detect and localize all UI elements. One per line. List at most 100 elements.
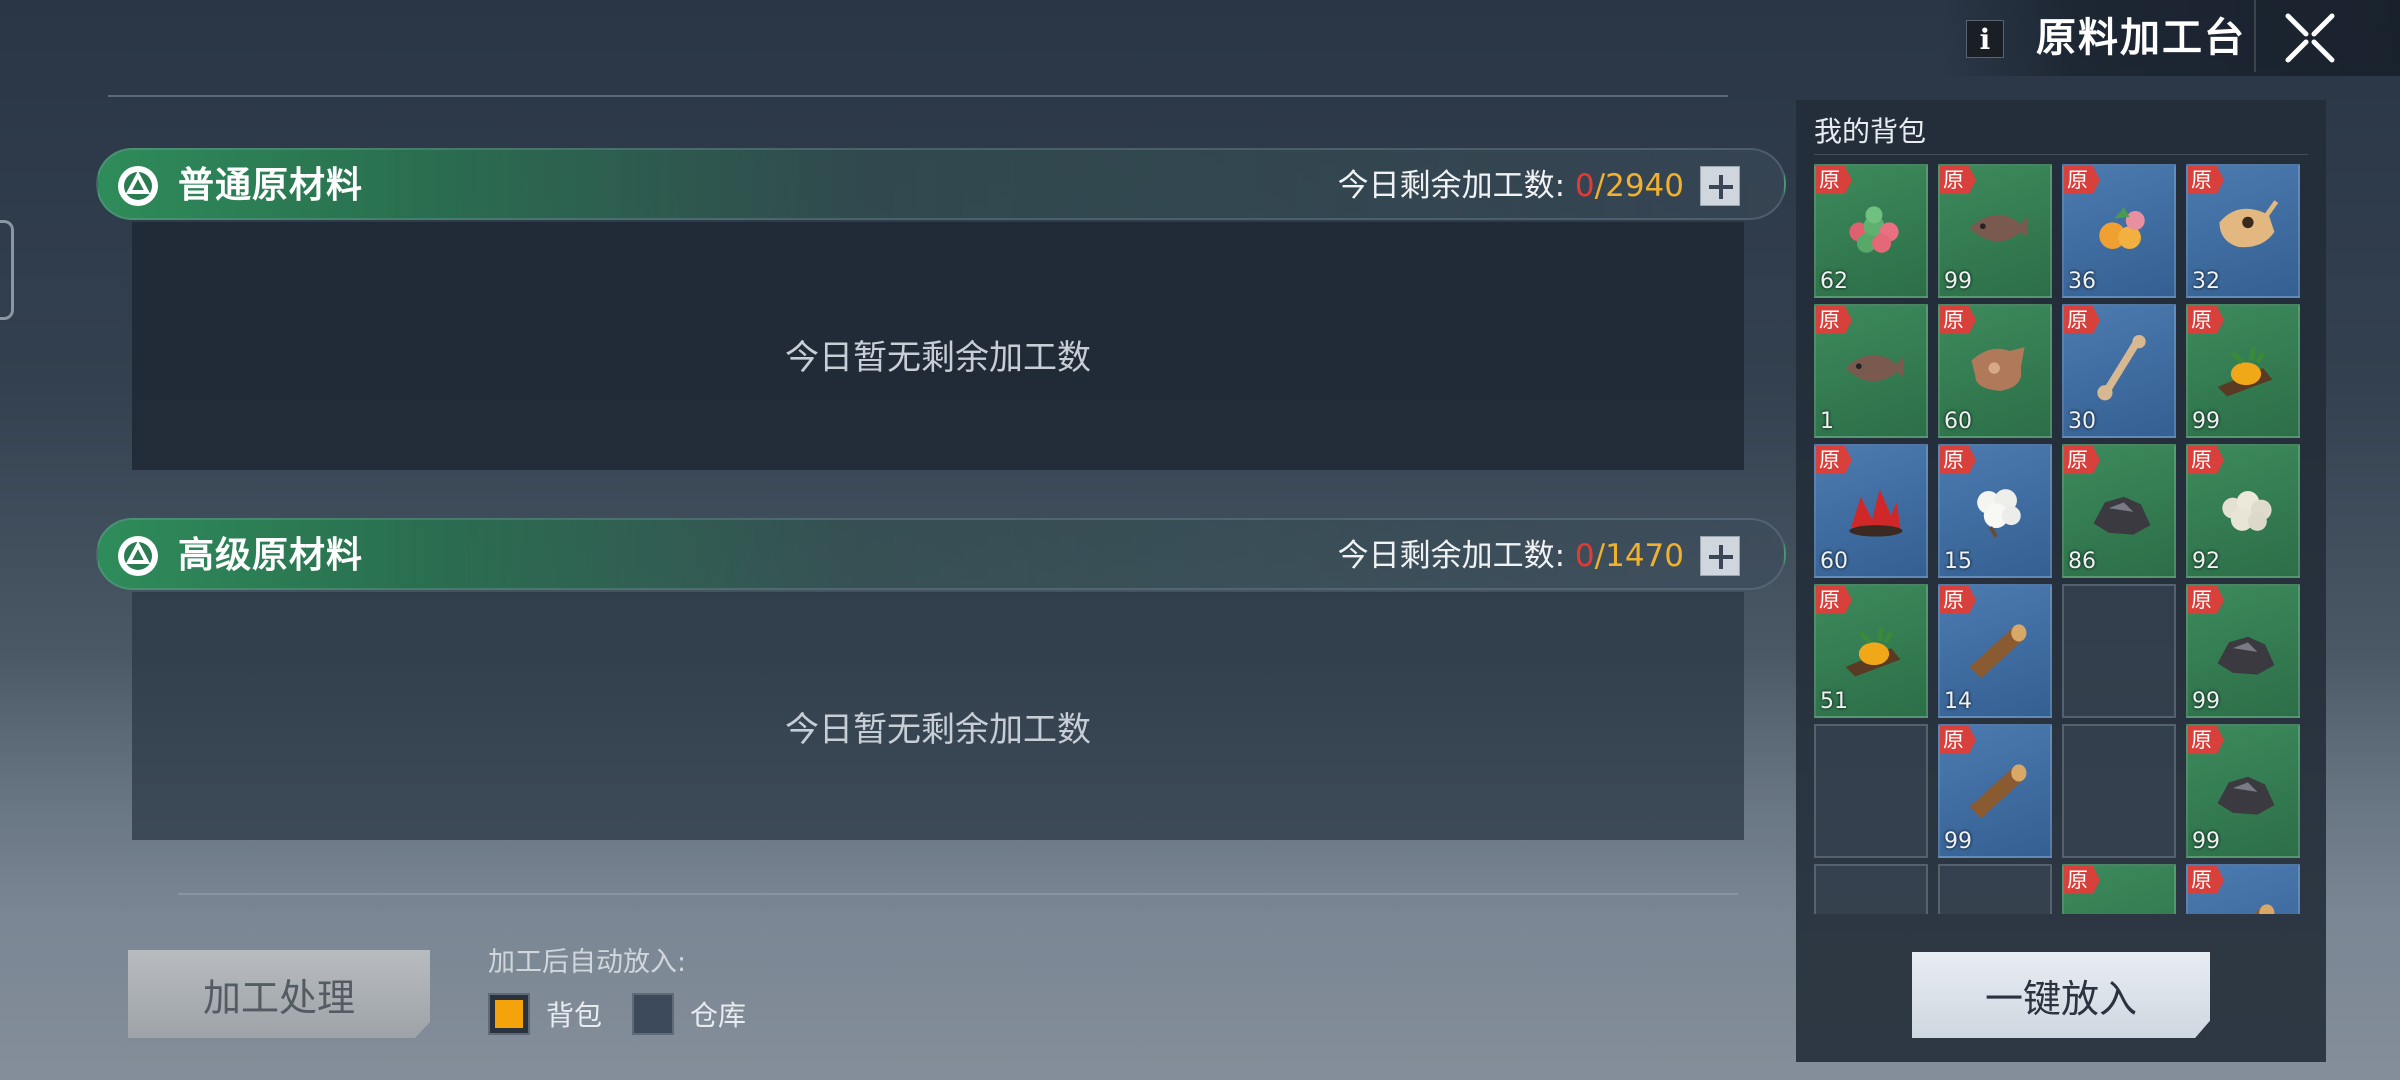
- ore-rock-icon: [2217, 776, 2275, 815]
- backpack-item[interactable]: 原 32: [2186, 164, 2300, 298]
- raw-material-tag: 原: [2064, 306, 2100, 334]
- raw-material-tag: 原: [2188, 586, 2224, 614]
- empty-slot[interactable]: [1814, 724, 1928, 858]
- option-backpack[interactable]: 背包: [488, 990, 602, 1038]
- section-body-advanced: 今日暂无剩余加工数: [132, 592, 1744, 840]
- backpack-item[interactable]: 原1: [1814, 304, 1928, 438]
- process-button[interactable]: 加工处理: [128, 950, 430, 1038]
- raw-material-tag: 原: [2064, 166, 2100, 194]
- empty-message: 今日暂无剩余加工数: [785, 710, 1091, 750]
- backpack-item[interactable]: 原: [2186, 864, 2300, 914]
- material-icon: [118, 536, 158, 576]
- ore-rock-icon: [2217, 636, 2275, 675]
- checkbox-backpack[interactable]: [488, 993, 530, 1035]
- section-body-normal: 今日暂无剩余加工数: [132, 222, 1744, 470]
- backpack-item[interactable]: 原 99: [2186, 584, 2300, 718]
- section-title: 高级原材料: [178, 535, 364, 576]
- quota-current: 0: [1574, 168, 1595, 204]
- one-click-deposit-button[interactable]: 一键放入: [1912, 952, 2210, 1038]
- add-quota-button[interactable]: [1700, 536, 1740, 576]
- ore-rock-icon: [2093, 496, 2151, 535]
- wood-log-icon: [2253, 904, 2275, 914]
- animal-hide-icon: [1971, 347, 2025, 391]
- backpack-item[interactable]: 原 15: [1938, 444, 2052, 578]
- add-quota-button[interactable]: [1700, 166, 1740, 206]
- checkbox-warehouse[interactable]: [632, 993, 674, 1035]
- item-count: 51: [1820, 689, 1848, 714]
- raw-material-tag: 原: [1816, 166, 1852, 194]
- backpack-item[interactable]: 原 99: [2186, 304, 2300, 438]
- backpack-title: 我的背包: [1814, 115, 1927, 148]
- side-drawer-handle[interactable]: [0, 220, 14, 320]
- option-warehouse[interactable]: 仓库: [632, 990, 746, 1038]
- raw-material-tag: 原: [1816, 446, 1852, 474]
- backpack-item[interactable]: 原 86: [2062, 444, 2176, 578]
- ore-rock-icon: [2086, 894, 2158, 914]
- backpack-item[interactable]: 原 60: [1814, 444, 1928, 578]
- page-title: 原料加工台: [2036, 15, 2246, 61]
- backpack-item[interactable]: 原 99: [2186, 724, 2300, 858]
- backpack-grid[interactable]: 原 62 原 99 原 36 原 32 原 1 原 60 原 30 原 99 原 60 原 15 原 86 原 92 原 51 原 1…: [1814, 164, 2314, 914]
- raw-material-tag: 原: [1940, 586, 1976, 614]
- backpack-item[interactable]: 原 14: [1938, 584, 2052, 718]
- item-count: 60: [1820, 549, 1848, 574]
- item-count: 86: [2068, 549, 2096, 574]
- raw-material-tag: 原: [2064, 866, 2100, 894]
- backpack-item[interactable]: 原 99: [1938, 724, 2052, 858]
- amber-resin-icon: [2217, 346, 2273, 397]
- item-count: 36: [2068, 269, 2096, 294]
- animal-skull-icon: [2219, 200, 2279, 248]
- backpack-item[interactable]: 原 51: [1814, 584, 1928, 718]
- backpack-item[interactable]: 原 62: [1814, 164, 1928, 298]
- wool-icon: [2222, 491, 2272, 531]
- raw-material-tag: 原: [2188, 446, 2224, 474]
- backpack-item[interactable]: 原: [2062, 864, 2176, 914]
- empty-slot[interactable]: [1938, 864, 2052, 914]
- raw-material-tag: 原: [1940, 166, 1976, 194]
- close-button[interactable]: [2280, 8, 2340, 68]
- wood-log-icon: [1969, 764, 2027, 819]
- item-count: 92: [2192, 549, 2220, 574]
- raw-material-tag: 原: [1940, 306, 1976, 334]
- item-count: 99: [2192, 409, 2220, 434]
- backpack-item[interactable]: 原 92: [2186, 444, 2300, 578]
- section-header-normal: 普通原材料 今日剩余加工数: 0/2940: [96, 148, 1786, 220]
- material-icon: [118, 166, 158, 206]
- item-count: 62: [1820, 269, 1848, 294]
- raw-material-tag: 原: [1816, 586, 1852, 614]
- empty-slot[interactable]: [1814, 864, 1928, 914]
- title-divider: [2254, 0, 2256, 72]
- section-header-advanced: 高级原材料 今日剩余加工数: 0/1470: [96, 518, 1786, 590]
- backpack-divider: [1814, 154, 2308, 155]
- berry-cluster-icon: [1849, 206, 1899, 253]
- backpack-item[interactable]: 原 30: [2062, 304, 2176, 438]
- backpack-item[interactable]: 原 60: [1938, 304, 2052, 438]
- backpack-panel: 我的背包 原 62 原 99 原 36 原 32 原 1 原 60 原 30 原 99 原 60 原 15 原 86 原 92…: [1796, 100, 2326, 1062]
- remaining-quota: 今日剩余加工数: 0/2940: [1338, 150, 1684, 222]
- raw-material-tag: 原: [2188, 166, 2224, 194]
- bone-icon: [2097, 334, 2146, 401]
- quota-current: 0: [1574, 538, 1595, 574]
- backpack-item[interactable]: 原 36: [2062, 164, 2176, 298]
- fruit-icon: [2099, 207, 2145, 249]
- item-count: 1: [1820, 409, 1834, 434]
- info-button[interactable]: i: [1966, 20, 2004, 58]
- quota-max: /1470: [1594, 538, 1684, 574]
- fish-icon: [1969, 214, 2029, 242]
- empty-message: 今日暂无剩余加工数: [785, 338, 1091, 378]
- empty-slot[interactable]: [2062, 584, 2176, 718]
- amber-resin-icon: [1845, 626, 1901, 677]
- auto-place-label: 加工后自动放入:: [488, 947, 687, 978]
- close-icon: [2285, 13, 2335, 63]
- quota-label: 今日剩余加工数:: [1337, 168, 1566, 204]
- quota-label: 今日剩余加工数:: [1337, 538, 1566, 574]
- empty-slot[interactable]: [2062, 724, 2176, 858]
- backpack-item[interactable]: 原 99: [1938, 164, 2052, 298]
- fish-icon: [1845, 354, 1905, 382]
- cotton-icon: [1977, 489, 2021, 538]
- raw-material-tag: 原: [1940, 446, 1976, 474]
- item-count: 99: [2192, 689, 2220, 714]
- raw-material-tag: 原: [2188, 306, 2224, 334]
- item-count: 30: [2068, 409, 2096, 434]
- bottom-divider: [178, 893, 1738, 895]
